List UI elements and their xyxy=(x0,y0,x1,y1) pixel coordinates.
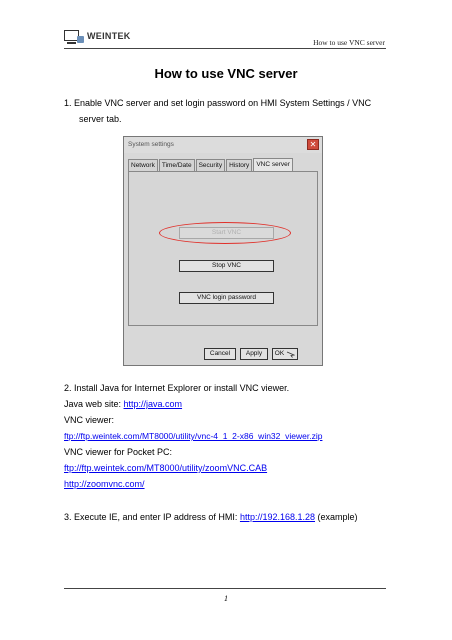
vnc-viewer-label: VNC viewer: xyxy=(64,415,115,425)
dialog-button-row: Cancel Apply OK xyxy=(204,348,302,360)
vnc-login-password-button[interactable]: VNC login password xyxy=(179,292,274,304)
java-site-link[interactable]: http://java.com xyxy=(124,399,183,409)
zoomvnc-site-link[interactable]: http://zoomvnc.com/ xyxy=(64,476,145,492)
pocket-pc-label: VNC viewer for Pocket PC: xyxy=(64,447,173,457)
ok-button[interactable]: OK xyxy=(272,348,298,360)
logo-text: WEINTEK xyxy=(87,31,131,41)
step1-line1: 1. Enable VNC server and set login passw… xyxy=(64,98,372,108)
step3-line: 3. Execute IE, and enter IP address of H… xyxy=(64,509,358,525)
vnc-viewer-link[interactable]: ftp://ftp.weintek.com/MT8000/utility/vnc… xyxy=(64,428,322,444)
cancel-button[interactable]: Cancel xyxy=(204,348,236,360)
vnc-server-panel: Start VNC Stop VNC VNC login password xyxy=(128,171,318,326)
step3-suffix: (example) xyxy=(315,512,358,522)
ok-label: OK xyxy=(274,350,285,357)
close-icon[interactable]: ✕ xyxy=(307,139,319,150)
zoomvnc-cab-link[interactable]: ftp://ftp.weintek.com/MT8000/utility/zoo… xyxy=(64,460,267,476)
step3-text: 3. Execute IE, and enter IP address of H… xyxy=(64,512,240,522)
running-header: How to use VNC server xyxy=(313,38,385,47)
stop-vnc-button[interactable]: Stop VNC xyxy=(179,260,274,272)
footer-divider xyxy=(64,588,386,589)
start-vnc-highlight xyxy=(159,222,291,244)
weintek-logo: WEINTEK xyxy=(64,28,131,44)
java-site-label: Java web site: xyxy=(64,399,124,409)
tab-vnc-server[interactable]: VNC server xyxy=(253,158,293,171)
apply-button[interactable]: Apply xyxy=(240,348,268,360)
weintek-logo-icon xyxy=(64,29,84,44)
tab-history[interactable]: History xyxy=(226,159,253,171)
hmi-ip-link[interactable]: http://192.168.1.28 xyxy=(240,512,315,522)
java-site-line: Java web site: http://java.com xyxy=(64,396,182,412)
system-settings-dialog: System settings ✕ Network Time/Date Secu… xyxy=(123,136,323,366)
tab-security[interactable]: Security xyxy=(195,159,226,171)
dialog-title: System settings xyxy=(124,137,322,153)
tab-time-date[interactable]: Time/Date xyxy=(158,159,195,171)
document-title: How to use VNC server xyxy=(154,66,298,81)
page-number: 1 xyxy=(224,594,228,603)
tab-network[interactable]: Network xyxy=(128,159,158,171)
step1-line2: server tab. xyxy=(79,114,122,124)
pointer-icon xyxy=(287,351,296,358)
header-divider xyxy=(64,48,386,49)
step2-heading: 2. Install Java for Internet Explorer or… xyxy=(64,383,290,393)
